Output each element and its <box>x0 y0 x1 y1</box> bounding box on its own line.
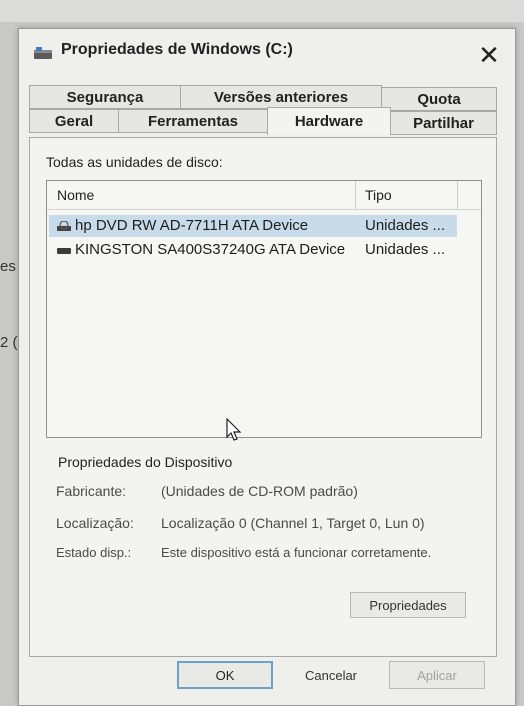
manufacturer-label: Fabricante: <box>56 483 127 499</box>
tab-seguranca[interactable]: Segurança <box>29 85 181 109</box>
status-value: Este dispositivo está a funcionar corret… <box>161 545 432 560</box>
device-name: KINGSTON SA400S37240G ATA Device <box>75 241 346 258</box>
title-bar: Propriedades de Windows (C:) ✕ <box>19 29 515 81</box>
dialog-title: Propriedades de Windows (C:) <box>61 41 293 58</box>
all-disks-label: Todas as unidades de disco: <box>46 154 223 170</box>
apply-button[interactable]: Aplicar <box>389 661 485 689</box>
status-label: Estado disp.: <box>56 545 132 560</box>
device-properties-heading: Propriedades do Dispositivo <box>58 454 233 470</box>
tab-hardware[interactable]: Hardware <box>267 107 391 135</box>
properties-dialog: Propriedades de Windows (C:) ✕ Segurança… <box>18 28 516 706</box>
hardware-panel: Todas as unidades de disco: Nome Tipo hp… <box>29 137 497 657</box>
disk-list[interactable]: Nome Tipo hp DVD RW AD-7711H ATA Device … <box>46 180 482 438</box>
tab-ferramentas[interactable]: Ferramentas <box>118 109 268 133</box>
close-button[interactable]: ✕ <box>471 37 507 73</box>
tab-partilhar[interactable]: Partilhar <box>390 111 497 135</box>
device-type: Unidades ... <box>365 241 446 258</box>
column-divider[interactable] <box>355 181 356 209</box>
tab-versoes-anteriores[interactable]: Versões anteriores <box>180 85 382 109</box>
background-text: es <box>0 258 16 275</box>
column-header-type[interactable]: Tipo <box>365 181 392 209</box>
ok-button[interactable]: OK <box>177 661 273 689</box>
list-item-kingston[interactable]: KINGSTON SA400S37240G ATA Device Unidade… <box>49 239 457 261</box>
list-header: Nome Tipo <box>47 181 481 210</box>
location-label: Localização: <box>56 515 134 531</box>
hard-drive-icon <box>57 248 71 254</box>
tab-geral[interactable]: Geral <box>29 109 119 133</box>
tab-quota[interactable]: Quota <box>381 87 497 111</box>
manufacturer-value: (Unidades de CD-ROM padrão) <box>161 483 358 499</box>
list-item-dvd[interactable]: hp DVD RW AD-7711H ATA Device Unidades .… <box>49 215 457 237</box>
background-text: 2 ( <box>0 334 18 351</box>
column-header-name[interactable]: Nome <box>57 181 94 209</box>
location-value: Localização 0 (Channel 1, Target 0, Lun … <box>161 515 425 531</box>
mouse-cursor-icon <box>226 418 242 441</box>
device-name: hp DVD RW AD-7711H ATA Device <box>75 217 309 234</box>
background-window <box>0 0 524 22</box>
drive-icon <box>34 47 52 59</box>
device-type: Unidades ... <box>365 217 446 234</box>
column-divider[interactable] <box>457 181 458 209</box>
cancel-button[interactable]: Cancelar <box>283 661 379 689</box>
optical-drive-icon <box>57 221 71 231</box>
device-properties-button[interactable]: Propriedades <box>350 592 466 618</box>
